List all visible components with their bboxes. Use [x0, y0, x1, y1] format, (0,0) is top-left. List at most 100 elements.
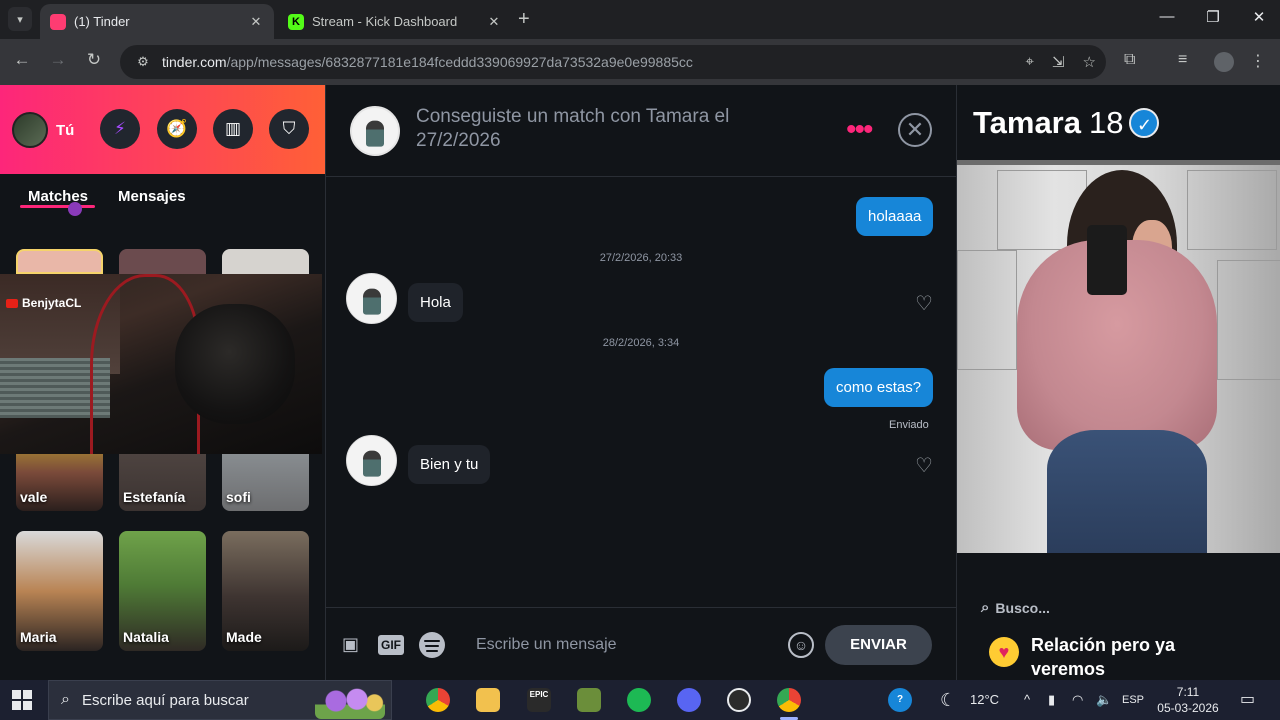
- match-name: Maria: [20, 629, 57, 645]
- epic-games-icon[interactable]: EPIC: [527, 688, 551, 712]
- wifi-icon[interactable]: ◠: [1072, 680, 1083, 720]
- close-tab-icon[interactable]: ✕: [486, 14, 502, 30]
- my-avatar[interactable]: [12, 112, 48, 148]
- profile-photo[interactable]: [957, 160, 1280, 553]
- address-bar[interactable]: ⚙ tinder.com/app/messages/6832877181e184…: [120, 45, 1106, 79]
- sender-avatar[interactable]: [346, 435, 397, 486]
- profile-name: Tamara: [973, 105, 1081, 140]
- outgoing-message[interactable]: como estas?: [824, 368, 934, 407]
- matches-sidebar: Tú ⚡ 🧭 ▥ ⛉ Matches Mensajes vale Estefan…: [0, 85, 326, 680]
- profile-info: ⌕ Busco... ♥ Relación pero ya veremos: [957, 575, 1280, 680]
- volume-icon[interactable]: 🔈: [1096, 680, 1112, 720]
- bookmark-star-icon[interactable]: ☆: [1083, 53, 1096, 71]
- match-name: sofi: [226, 489, 251, 505]
- sidebar-tabs: Matches Mensajes: [0, 174, 325, 224]
- boost-button[interactable]: ⚡: [100, 109, 140, 149]
- looking-for-value: Relación pero ya veremos: [1031, 635, 1176, 679]
- profile-age: 18: [1089, 105, 1124, 140]
- kick-favicon-icon: K: [288, 13, 304, 30]
- location-icon[interactable]: ⌖: [1026, 53, 1034, 71]
- compass-icon: 🧭: [166, 119, 188, 138]
- match-card[interactable]: Maria: [16, 531, 103, 651]
- tab-kick[interactable]: K Stream - Kick Dashboard ✕: [278, 4, 512, 39]
- youtube-icon: [6, 298, 18, 308]
- start-button[interactable]: [12, 690, 32, 710]
- explore-button[interactable]: 🧭: [157, 109, 197, 149]
- match-card[interactable]: Made: [222, 531, 309, 651]
- outgoing-message[interactable]: holaaaa: [856, 197, 934, 236]
- spotify-icon[interactable]: [419, 632, 445, 658]
- my-profile-label[interactable]: Tú: [56, 122, 74, 139]
- tinder-favicon-icon: [50, 13, 66, 30]
- chrome-active-icon[interactable]: [777, 688, 801, 712]
- install-app-icon[interactable]: ⇲: [1052, 53, 1065, 71]
- search-icon: ⌕: [61, 691, 70, 708]
- webcam-overlay: BenjytaCL: [0, 274, 322, 454]
- close-window-button[interactable]: ✕: [1236, 8, 1280, 26]
- spotify-icon[interactable]: [627, 688, 651, 712]
- back-button[interactable]: ←: [10, 50, 34, 70]
- tab-messages[interactable]: Mensajes: [118, 188, 186, 205]
- match-card[interactable]: Natalia: [119, 531, 206, 651]
- new-tab-button[interactable]: +: [518, 8, 530, 30]
- sidebar-header: Tú ⚡ 🧭 ▥ ⛉: [0, 85, 325, 174]
- forward-button[interactable]: →: [46, 50, 70, 70]
- minecraft-icon[interactable]: [577, 688, 601, 712]
- temperature-label[interactable]: 12°C: [970, 680, 999, 720]
- heart-icon[interactable]: ♡: [915, 453, 933, 478]
- help-icon[interactable]: ?: [888, 688, 912, 712]
- message-timestamp: 28/2/2026, 3:34: [602, 337, 680, 349]
- active-tab-indicator: [20, 205, 95, 208]
- minimize-button[interactable]: —: [1144, 8, 1190, 25]
- profile-panel: Tamara 18 ✓ ⌕ Busco... ♥ Relación pero y…: [956, 85, 1280, 680]
- send-button[interactable]: ENVIAR: [825, 625, 932, 665]
- sender-avatar[interactable]: [346, 273, 397, 324]
- tab-search-button[interactable]: ▾: [8, 7, 32, 31]
- briefcase-icon: ▥: [224, 119, 242, 138]
- discord-icon[interactable]: [677, 688, 701, 712]
- file-explorer-icon[interactable]: [476, 688, 500, 712]
- match-name: vale: [20, 489, 48, 505]
- taskbar-search[interactable]: ⌕ Escribe aquí para buscar: [48, 680, 392, 720]
- restore-button[interactable]: ❐: [1190, 8, 1236, 26]
- work-mode-button[interactable]: ▥: [213, 109, 253, 149]
- obs-icon[interactable]: [727, 688, 751, 712]
- profile-name-row: Tamara 18 ✓: [973, 105, 1160, 141]
- profile-avatar[interactable]: [1214, 52, 1234, 72]
- gif-button[interactable]: GIF: [378, 635, 404, 655]
- tab-tinder[interactable]: (1) Tinder ✕: [40, 4, 274, 39]
- safety-button[interactable]: ⛉: [269, 109, 309, 149]
- more-options-icon[interactable]: •••: [846, 115, 873, 145]
- match-card[interactable]: [119, 249, 206, 274]
- contact-card-icon[interactable]: ▣: [342, 634, 359, 655]
- chrome-icon[interactable]: [426, 688, 450, 712]
- clock[interactable]: 7:11 05-03-2026: [1156, 684, 1220, 716]
- language-indicator[interactable]: ESP: [1122, 680, 1144, 720]
- tab-title: Stream - Kick Dashboard: [312, 14, 458, 29]
- close-icon[interactable]: ✕: [898, 113, 932, 147]
- match-card[interactable]: [222, 249, 309, 274]
- incoming-message[interactable]: Bien y tu: [408, 445, 491, 484]
- extensions-icon[interactable]: ⧉: [1124, 51, 1135, 69]
- message-input[interactable]: [476, 632, 776, 658]
- lightning-icon: ⚡: [114, 119, 126, 138]
- message-timestamp: 27/2/2026, 20:33: [599, 252, 683, 264]
- match-card[interactable]: [16, 249, 103, 274]
- emoji-icon[interactable]: ☺: [788, 632, 814, 658]
- weather-moon-icon: ☾: [940, 690, 957, 710]
- reload-button[interactable]: ↻: [82, 50, 106, 70]
- menu-icon[interactable]: ⋮: [1250, 51, 1266, 71]
- microphone-icon[interactable]: ▮: [1048, 680, 1055, 720]
- incoming-message[interactable]: Hola: [408, 283, 463, 322]
- match-name: Natalia: [123, 629, 169, 645]
- verified-icon: ✓: [1129, 108, 1160, 138]
- close-tab-icon[interactable]: ✕: [248, 14, 264, 30]
- site-info-icon[interactable]: ⚙: [128, 54, 158, 70]
- media-control-icon[interactable]: ≡: [1178, 51, 1187, 69]
- notifications-icon[interactable]: ▭: [1240, 680, 1255, 720]
- show-hidden-icons[interactable]: ^: [1024, 680, 1030, 720]
- match-avatar[interactable]: [350, 106, 400, 156]
- looking-for-label: ⌕ Busco...: [981, 599, 1050, 616]
- heart-icon[interactable]: ♡: [915, 291, 933, 316]
- search-highlight-image: [315, 683, 385, 719]
